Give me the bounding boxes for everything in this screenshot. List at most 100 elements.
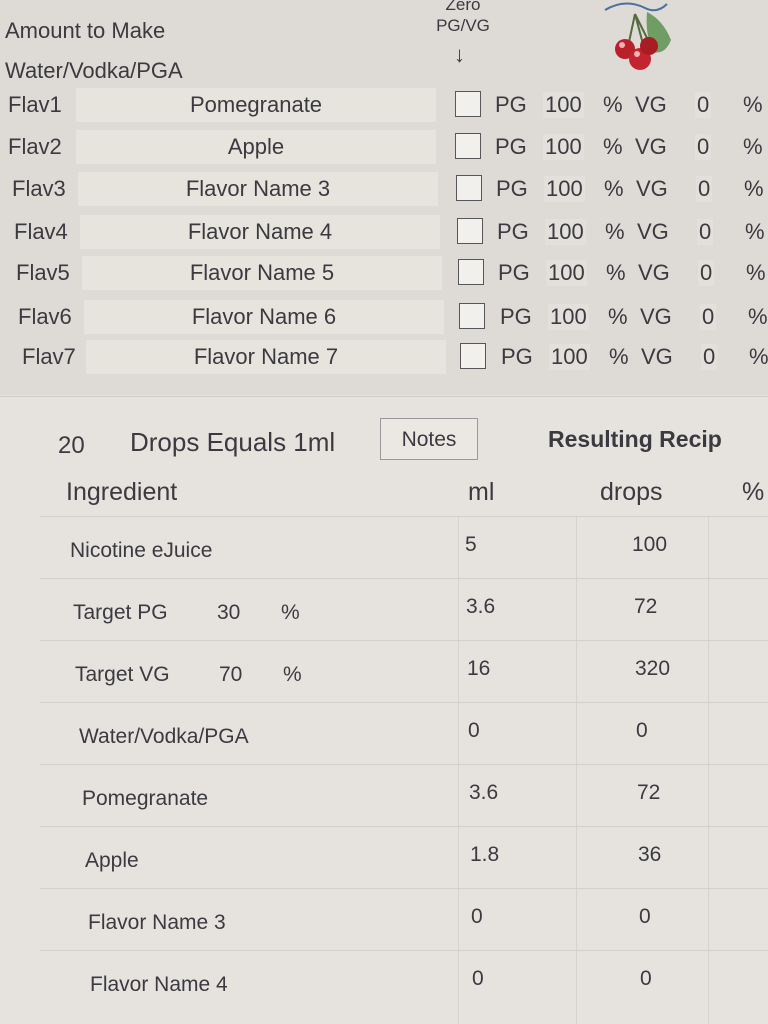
- recipe-row: Nicotine eJuice 5 100: [40, 516, 768, 579]
- notes-button[interactable]: Notes: [380, 418, 478, 460]
- flavor-name-value: Apple: [227, 134, 285, 159]
- vg-percent-field[interactable]: 0: [701, 344, 718, 370]
- flavor-row: Flav4 Flavor Name 4 PG 100 % VG 0 %: [0, 215, 768, 251]
- percent-sign: %: [283, 663, 302, 686]
- zero-pgvg-checkbox[interactable]: [458, 259, 484, 285]
- ingredient-name: Nicotine eJuice: [70, 539, 213, 562]
- ingredient-cell: Nicotine eJuice: [40, 517, 440, 577]
- pg-vg-ratio: PG 100 % VG 0 %: [501, 344, 768, 372]
- flavor-key-label: Flav6: [18, 304, 72, 329]
- pg-label: PG: [500, 304, 532, 329]
- flavor-name-value: Pomegranate: [189, 92, 323, 117]
- percent-sign: %: [281, 601, 300, 624]
- recipe-row: Flavor Name 4 0 0: [40, 950, 768, 1013]
- ml-value: 3.6: [469, 781, 499, 804]
- vg-label: VG: [636, 176, 668, 201]
- pg-label: PG: [496, 176, 528, 201]
- ingredient-name: Flavor Name 3: [88, 911, 226, 934]
- drops-value: 100: [632, 533, 668, 556]
- drops-value: 0: [636, 719, 648, 742]
- flavor-name-field[interactable]: Apple: [76, 130, 436, 164]
- pg-label: PG: [497, 219, 529, 244]
- target-percent-field[interactable]: 30: [217, 601, 240, 625]
- drops-per-ml-input[interactable]: 20: [58, 432, 85, 460]
- target-percent-field[interactable]: 70: [219, 663, 242, 687]
- flavor-row: Flav1 Pomegranate PG 100 % VG 0 %: [0, 88, 768, 124]
- flavor-name-value: Flavor Name 6: [191, 304, 337, 329]
- percent-column-header: %: [742, 478, 765, 506]
- percent-sign: %: [609, 344, 629, 369]
- vg-percent-field[interactable]: 0: [698, 260, 715, 286]
- flavor-name-field[interactable]: Flavor Name 6: [84, 300, 444, 334]
- pg-vg-ratio: PG 100 % VG 0 %: [495, 92, 765, 120]
- ml-value: 16: [467, 657, 491, 680]
- flavor-name-field[interactable]: Flavor Name 4: [80, 215, 440, 249]
- ml-value: 0: [472, 967, 484, 990]
- section-divider: [0, 396, 768, 397]
- percent-sign: %: [743, 134, 763, 159]
- pg-vg-ratio: PG 100 % VG 0 %: [497, 219, 767, 247]
- recipe-row: Pomegranate 3.6 72: [40, 764, 768, 827]
- cherry-icon: [604, 2, 671, 70]
- drops-equals-label: Drops Equals 1ml: [130, 427, 336, 457]
- flavor-name-value: Flavor Name 7: [193, 344, 339, 369]
- ml-value: 0: [468, 719, 480, 742]
- amount-to-make-label: Amount to Make: [5, 18, 166, 43]
- zero-pgvg-checkbox[interactable]: [457, 218, 483, 244]
- pg-percent-field[interactable]: 100: [548, 304, 589, 330]
- vg-label: VG: [641, 344, 673, 369]
- pg-label: PG: [495, 134, 527, 159]
- flavor-name-field[interactable]: Flavor Name 3: [78, 172, 438, 206]
- percent-sign: %: [746, 260, 766, 285]
- zero-pgvg-checkbox[interactable]: [460, 343, 486, 369]
- ingredient-name: Target VG: [75, 663, 170, 686]
- flavor-key-label: Flav3: [12, 176, 66, 201]
- zero-pgvg-checkbox[interactable]: [455, 133, 481, 159]
- vg-percent-field[interactable]: 0: [700, 304, 717, 330]
- ingredient-name: Water/Vodka/PGA: [79, 725, 249, 748]
- drops-value: 320: [635, 657, 671, 680]
- pg-percent-field[interactable]: 100: [543, 134, 584, 160]
- zero-pgvg-header: Zero PG/VG: [428, 0, 498, 36]
- ingredient-column-header: Ingredient: [66, 478, 178, 506]
- pg-percent-field[interactable]: 100: [543, 92, 584, 118]
- vg-label: VG: [635, 134, 667, 159]
- recipe-row: Water/Vodka/PGA 0 0: [40, 702, 768, 765]
- pg-vg-ratio: PG 100 % VG 0 %: [495, 134, 765, 162]
- ingredient-name: Pomegranate: [82, 787, 209, 810]
- percent-sign: %: [605, 219, 625, 244]
- pg-vg-ratio: PG 100 % VG 0 %: [496, 176, 766, 204]
- pg-percent-field[interactable]: 100: [545, 219, 586, 245]
- flavor-name-field[interactable]: Flavor Name 7: [86, 340, 446, 374]
- ingredient-cell: Flavor Name 3: [40, 889, 440, 949]
- zero-pgvg-checkbox[interactable]: [459, 303, 485, 329]
- ingredient-name: Apple: [85, 849, 139, 872]
- flavor-name-field[interactable]: Pomegranate: [76, 88, 436, 122]
- zero-pgvg-checkbox[interactable]: [456, 175, 482, 201]
- ml-value: 1.8: [470, 843, 500, 866]
- pg-percent-field[interactable]: 100: [549, 344, 590, 370]
- percent-sign: %: [749, 344, 768, 369]
- vg-percent-field[interactable]: 0: [696, 176, 713, 202]
- vg-percent-field[interactable]: 0: [695, 92, 712, 118]
- pg-percent-field[interactable]: 100: [546, 260, 587, 286]
- resulting-recipe-title: Resulting Recip: [548, 426, 722, 452]
- ingredient-cell: Flavor Name 4: [40, 951, 440, 1011]
- percent-sign: %: [606, 260, 626, 285]
- ingredient-name: Flavor Name 4: [90, 973, 228, 996]
- flavor-name-field[interactable]: Flavor Name 5: [82, 256, 442, 290]
- percent-sign: %: [748, 304, 768, 329]
- flavor-row: Flav2 Apple PG 100 % VG 0 %: [0, 130, 768, 166]
- vg-label: VG: [640, 304, 672, 329]
- vg-label: VG: [635, 92, 667, 117]
- flavor-key-label: Flav4: [14, 219, 68, 244]
- vg-percent-field[interactable]: 0: [697, 219, 714, 245]
- percent-sign: %: [604, 176, 624, 201]
- flavor-key-label: Flav2: [8, 134, 62, 159]
- zero-pgvg-checkbox[interactable]: [455, 91, 481, 117]
- vg-label: VG: [637, 219, 669, 244]
- vg-percent-field[interactable]: 0: [695, 134, 712, 160]
- drops-value: 72: [637, 781, 661, 804]
- pg-percent-field[interactable]: 100: [544, 176, 585, 202]
- ingredient-cell: Target PG 30 %: [40, 579, 440, 639]
